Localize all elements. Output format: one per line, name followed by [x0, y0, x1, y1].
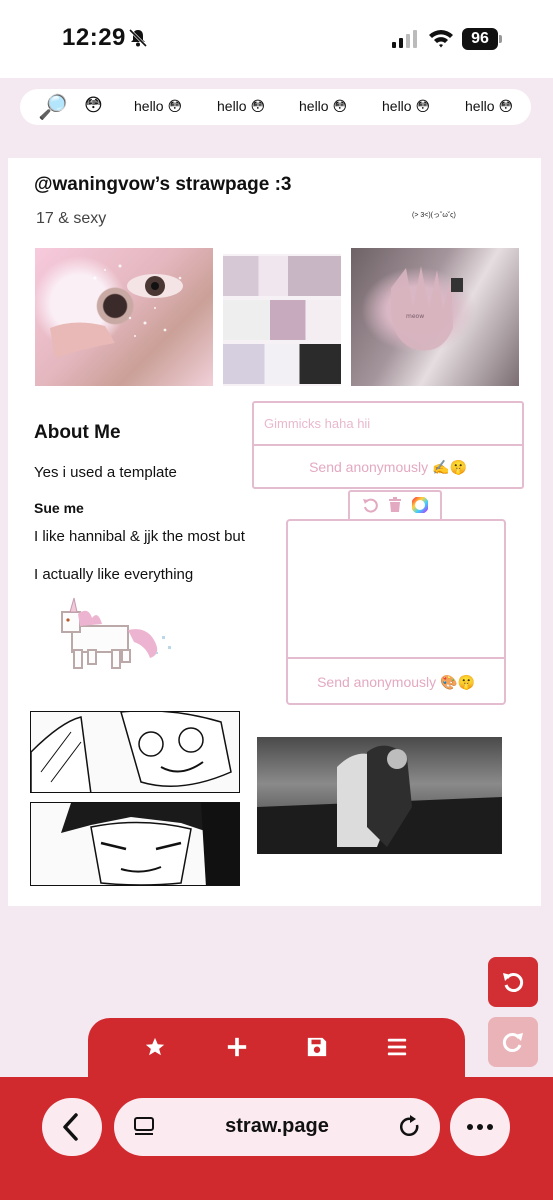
about-title: About Me	[34, 422, 121, 443]
reload-icon[interactable]	[398, 1114, 422, 1145]
aesthetic-collage-photo	[223, 248, 341, 386]
marquee-item: hello 😳	[217, 98, 266, 114]
drawing-widget: Send anonymously 🎨🤫	[286, 519, 506, 705]
plus-icon[interactable]	[226, 1036, 248, 1063]
marquee-item: hello 😳	[382, 98, 431, 114]
svg-text:meow: meow	[406, 313, 424, 320]
signal-icon	[392, 30, 420, 53]
send-anonymously-button[interactable]: Send anonymously ✍️🤫	[254, 448, 522, 487]
battery-tip	[499, 35, 502, 43]
magnifier-emoji: 🔎	[38, 94, 68, 121]
star-icon[interactable]	[144, 1036, 166, 1063]
flushed-emoji: 😳	[84, 95, 103, 115]
marquee-item: hello 😳	[299, 98, 348, 114]
tiny-note: (> 3<)(っ˘ω˘ς)	[412, 212, 456, 219]
bell-muted-icon	[128, 28, 148, 53]
back-button[interactable]	[42, 1098, 102, 1156]
about-text: Yes i used a template	[34, 464, 177, 481]
pixel-unicorn-icon	[58, 596, 182, 689]
manga-panel-gojo	[30, 711, 240, 793]
send-drawing-button[interactable]: Send anonymously 🎨🤫	[288, 661, 504, 703]
editor-toolbar	[88, 1018, 465, 1082]
address-bar[interactable]: straw.page	[114, 1098, 440, 1156]
about-text: I actually like everything	[34, 566, 194, 583]
anonymous-message-form: Gimmicks haha hii Send anonymously ✍️🤫	[252, 401, 524, 489]
about-bold-text: Sue me	[34, 500, 84, 516]
manga-panel-geto	[30, 802, 240, 886]
page-subtitle: 17 & sexy	[36, 210, 107, 227]
about-text: I like hannibal & jjk the most but	[34, 528, 245, 545]
status-bar: 12:29 96	[0, 0, 553, 78]
menu-icon[interactable]	[386, 1036, 408, 1063]
color-picker-icon[interactable]	[411, 496, 429, 518]
save-icon[interactable]	[306, 1036, 328, 1063]
more-options-button[interactable]	[450, 1098, 510, 1156]
page-title: @waningvow’s strawpage :3	[34, 174, 292, 195]
hand-photo: meow	[351, 248, 519, 386]
marquee-item: hello 😳	[134, 98, 183, 114]
trash-icon[interactable]	[388, 497, 402, 518]
wifi-icon	[428, 28, 454, 53]
marquee-item: hello 😳	[465, 98, 514, 114]
url-text: straw.page	[225, 1115, 329, 1137]
status-time: 12:29	[62, 24, 126, 51]
glitter-eye-photo	[35, 248, 213, 386]
undo-button[interactable]	[488, 957, 538, 1007]
undo-stroke-icon[interactable]	[362, 497, 378, 518]
message-input[interactable]: Gimmicks haha hii	[254, 403, 522, 446]
battery-indicator: 96	[462, 28, 498, 50]
drawing-canvas[interactable]	[288, 521, 504, 659]
marquee-bar: 🔎 😳 hello 😳 hello 😳 hello 😳 hello 😳 hell…	[20, 89, 531, 125]
movie-still-photo	[257, 737, 502, 854]
redo-button[interactable]	[488, 1017, 538, 1067]
drawing-toolbar	[348, 490, 442, 520]
browser-bottom-bar: straw.page	[0, 1077, 553, 1200]
